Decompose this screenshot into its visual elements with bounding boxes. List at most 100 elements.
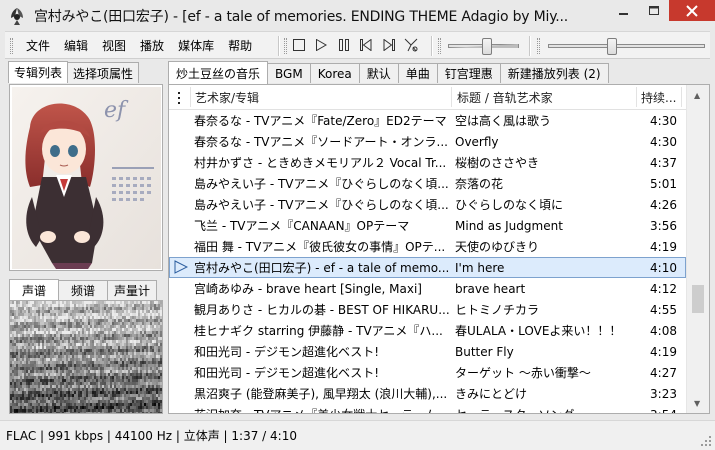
track-title: セーラースターソング — [455, 404, 635, 413]
track-title: 天使のゆびきり — [455, 240, 540, 254]
track-artist-album: 黒沼爽子 (能登麻美子), 風早翔太 (浪川大輔),... — [194, 387, 448, 401]
tab-playlist-potato[interactable]: 炒土豆丝の音乐 — [168, 61, 269, 84]
track-title: ヒトミノチカラ — [455, 303, 540, 317]
track-duration: 4:30 — [650, 134, 677, 149]
track-artist-album: 島みやえい子 - TVアニメ『ひぐらしのなく頃... — [194, 198, 449, 212]
previous-icon[interactable] — [359, 38, 373, 52]
resize-grip-icon[interactable] — [701, 436, 711, 446]
playlist-scrollbar[interactable]: ▲ ▼ — [686, 85, 709, 413]
track-duration: 4:19 — [650, 239, 677, 254]
playlist-view: 艺术家/专辑 标题 / 音轨艺术家 持续... 春奈るな - TVアニメ『Fat… — [168, 84, 710, 414]
table-row[interactable]: 島みやえい子 - TVアニメ『ひぐらしのなく頃... ひぐらしのなく頃に 4:26 — [169, 194, 686, 215]
table-row[interactable]: 黒沼爽子 (能登麻美子), 風早翔太 (浪川大輔),... きみにとどけ 3:23 — [169, 383, 686, 404]
tab-playlist-new[interactable]: 新建播放列表 (2) — [499, 63, 609, 83]
track-title: きみにとどけ — [455, 387, 528, 401]
track-title: Overfly — [455, 134, 499, 149]
menu-edit[interactable]: 编辑 — [57, 37, 95, 54]
album-art-panel: ef — [9, 84, 163, 271]
album-art-image: ef — [12, 87, 161, 269]
table-row[interactable]: 島みやえい子 - TVアニメ『ひぐらしのなく頃... 奈落の花 5:01 — [169, 173, 686, 194]
menu-library[interactable]: 媒体库 — [171, 37, 221, 54]
maximize-button[interactable] — [639, 0, 669, 21]
close-button[interactable] — [669, 0, 715, 21]
table-row[interactable]: 和田光司 - デジモン超進化ベスト! Butter Fly 4:19 — [169, 341, 686, 362]
track-artist-album: 宫崎あゆみ - brave heart [Single, Maxi] — [194, 282, 422, 296]
track-title: 奈落の花 — [455, 177, 504, 191]
left-panel-tabs: 专辑列表 选择项属性 — [8, 61, 140, 84]
stop-icon[interactable] — [292, 38, 306, 52]
menubar: 文件 编辑 视图 播放 媒体库 帮助 — [19, 32, 259, 59]
next-icon[interactable] — [382, 38, 396, 52]
track-title: 春ULALA・LOVEよ来い！！！ — [455, 324, 622, 338]
track-duration: 4:12 — [650, 281, 677, 296]
track-artist-album: 花沢加奈 - TVアニメ『美少女戦士セーラーム... — [194, 404, 450, 413]
scroll-up-arrow-icon[interactable]: ▲ — [694, 91, 700, 100]
track-artist-album: 春奈るな - TVアニメ『Fate/Zero』ED2テーマ — [194, 114, 447, 128]
tab-selection-properties[interactable]: 选择项属性 — [67, 62, 140, 83]
column-header-artist-album[interactable]: 艺术家/专辑 — [195, 85, 259, 110]
column-header-title[interactable]: 标题 / 音轨艺术家 — [457, 85, 553, 110]
tab-playlist-korea[interactable]: Korea — [309, 63, 360, 83]
column-divider[interactable] — [190, 87, 191, 107]
volume-grip[interactable] — [438, 38, 441, 54]
track-title: Butter Fly — [455, 344, 514, 359]
menu-playback[interactable]: 播放 — [133, 37, 171, 54]
column-divider[interactable] — [681, 87, 682, 107]
table-row[interactable]: 桂ヒナギク starring 伊藤静 - TVアニメ『ハ... 春ULALA・LO… — [169, 320, 686, 341]
track-title: I'm here — [455, 260, 505, 275]
toolbar-row: 文件 编辑 视图 播放 媒体库 帮助 — [5, 31, 710, 59]
track-title: brave heart — [455, 281, 526, 296]
column-divider[interactable] — [636, 87, 637, 107]
minimize-button[interactable] — [609, 0, 639, 21]
track-duration: 4:55 — [650, 302, 677, 317]
tab-album-list[interactable]: 专辑列表 — [8, 61, 69, 83]
tab-playlist-bgm[interactable]: BGM — [267, 63, 311, 83]
seek-bar-thumb[interactable] — [606, 38, 617, 55]
toolbar-grip[interactable] — [284, 38, 287, 54]
foobar-app-icon[interactable] — [6, 5, 28, 27]
menu-help[interactable]: 帮助 — [221, 37, 259, 54]
tab-playlist-default[interactable]: 默认 — [358, 63, 399, 83]
tab-playlist-kugimiya[interactable]: 钉宫理惠 — [436, 63, 501, 83]
tab-vu-meter[interactable]: 声量计 — [107, 280, 157, 300]
toolbar-separator — [529, 36, 530, 56]
table-row[interactable]: 宫崎あゆみ - brave heart [Single, Maxi] brave … — [169, 278, 686, 299]
scroll-down-arrow-icon[interactable]: ▼ — [694, 399, 700, 408]
tab-spectrum[interactable]: 频谱 — [58, 280, 108, 300]
window-controls — [609, 0, 715, 21]
table-row[interactable]: 飞兰 - TVアニメ『CANAAN』OPテーマ Mind as Judgment 3… — [169, 215, 686, 236]
track-title: 桜樹のささやき — [455, 156, 540, 170]
visualization-tabs: 声谱 频谱 声量计 — [9, 279, 157, 301]
playing-column-header[interactable] — [178, 85, 181, 110]
track-artist-album: 春奈るな - TVアニメ『ソードアート・オンラ... — [194, 135, 448, 149]
table-row[interactable]: 福田 舞 - TVアニメ『彼氏彼女の事情』OPテ... 天使のゆびきり 4:19 — [169, 236, 686, 257]
column-divider[interactable] — [451, 87, 452, 107]
table-row[interactable]: 春奈るな - TVアニメ『Fate/Zero』ED2テーマ 空は高く風は歌う 4:3… — [169, 110, 686, 131]
track-artist-album: 宫村みやこ(田口宏子) - ef - a tale of memo... — [194, 261, 450, 275]
menu-file[interactable]: 文件 — [19, 37, 57, 54]
column-header-duration[interactable]: 持续... — [641, 85, 676, 110]
volume-slider-thumb[interactable] — [481, 38, 492, 55]
menubar-grip[interactable] — [10, 38, 13, 54]
table-row[interactable]: 花沢加奈 - TVアニメ『美少女戦士セーラーム... セーラースターソング3:54 — [169, 404, 686, 414]
track-title: 空は高く風は歌う — [455, 114, 552, 128]
pause-icon[interactable] — [337, 38, 351, 52]
track-duration: 4:30 — [650, 113, 677, 128]
table-row[interactable]: 和田光司 - デジモン超進化ベスト! ターゲット ～赤い衝撃～ 4:27 — [169, 362, 686, 383]
track-title: Mind as Judgment — [455, 218, 563, 233]
track-duration: 4:37 — [650, 155, 677, 170]
table-row[interactable]: 春奈るな - TVアニメ『ソードアート・オンラ... Overfly 4:30 — [169, 131, 686, 152]
play-icon[interactable] — [314, 38, 328, 52]
table-row[interactable]: 観月ありさ - ヒカルの碁 - BEST OF HIKARU... ヒトミノチカラ… — [169, 299, 686, 320]
title-bar: 宫村みやこ(田口宏子) - [ef - a tale of memories. … — [0, 0, 715, 31]
seekbar-grip[interactable] — [537, 38, 540, 54]
random-icon[interactable] — [404, 38, 418, 52]
scrollbar-thumb[interactable] — [692, 285, 704, 313]
menu-view[interactable]: 视图 — [95, 37, 133, 54]
tab-playlist-singles[interactable]: 单曲 — [397, 63, 438, 83]
table-row[interactable]: 宫村みやこ(田口宏子) - ef - a tale of memo... I'm … — [169, 257, 686, 278]
seek-bar-track[interactable] — [548, 44, 705, 48]
table-row[interactable]: 村井かずさ - ときめきメモリアル２ Vocal Tr... 桜樹のささやき 4:3… — [169, 152, 686, 173]
track-artist-album: 福田 舞 - TVアニメ『彼氏彼女の事情』OPテ... — [194, 240, 446, 254]
tab-spectrogram[interactable]: 声谱 — [9, 279, 59, 300]
